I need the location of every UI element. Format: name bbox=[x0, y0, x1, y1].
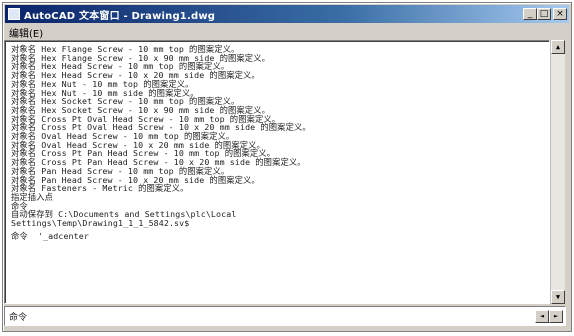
window-controls: _ □ × bbox=[523, 8, 567, 20]
command-line[interactable]: 命令 ◄ ► bbox=[4, 306, 566, 326]
close-button[interactable]: × bbox=[553, 8, 567, 20]
scroll-right-button[interactable]: ► bbox=[549, 309, 563, 323]
horizontal-scroll-buttons: ◄ ► bbox=[535, 309, 563, 323]
menu-bar: 编辑(E) bbox=[5, 24, 569, 41]
command-prompt: 命令 bbox=[9, 312, 28, 323]
history-lines: 对象名 Hex Flange Screw - 10 mm top 的图案定义。 … bbox=[5, 41, 549, 240]
vertical-scrollbar[interactable]: ▲ ▼ bbox=[550, 40, 565, 304]
autocad-app-icon bbox=[8, 8, 20, 20]
scroll-up-button[interactable]: ▲ bbox=[551, 40, 565, 54]
history-line: 对象名 Fasteners - Metric 的图案定义。 bbox=[11, 183, 189, 194]
title-bar[interactable]: AutoCAD 文本窗口 - Drawing1.dwg _ □ × bbox=[5, 5, 569, 23]
minimize-button[interactable]: _ bbox=[523, 8, 537, 20]
maximize-button[interactable]: □ bbox=[537, 8, 551, 20]
history-line: 指定插入点 bbox=[11, 191, 53, 202]
history-line: 命令 '_adcenter bbox=[11, 230, 89, 241]
scroll-left-button[interactable]: ◄ bbox=[535, 309, 549, 323]
history-line: Settings\Temp\Drawing1_1_1_5842.sv$ bbox=[11, 218, 190, 229]
window-title: AutoCAD 文本窗口 - Drawing1.dwg bbox=[24, 10, 216, 22]
menu-edit[interactable]: 编辑(E) bbox=[9, 25, 43, 40]
scroll-down-button[interactable]: ▼ bbox=[551, 290, 565, 304]
command-history[interactable]: 对象名 Hex Flange Screw - 10 mm top 的图案定义。 … bbox=[4, 40, 550, 304]
